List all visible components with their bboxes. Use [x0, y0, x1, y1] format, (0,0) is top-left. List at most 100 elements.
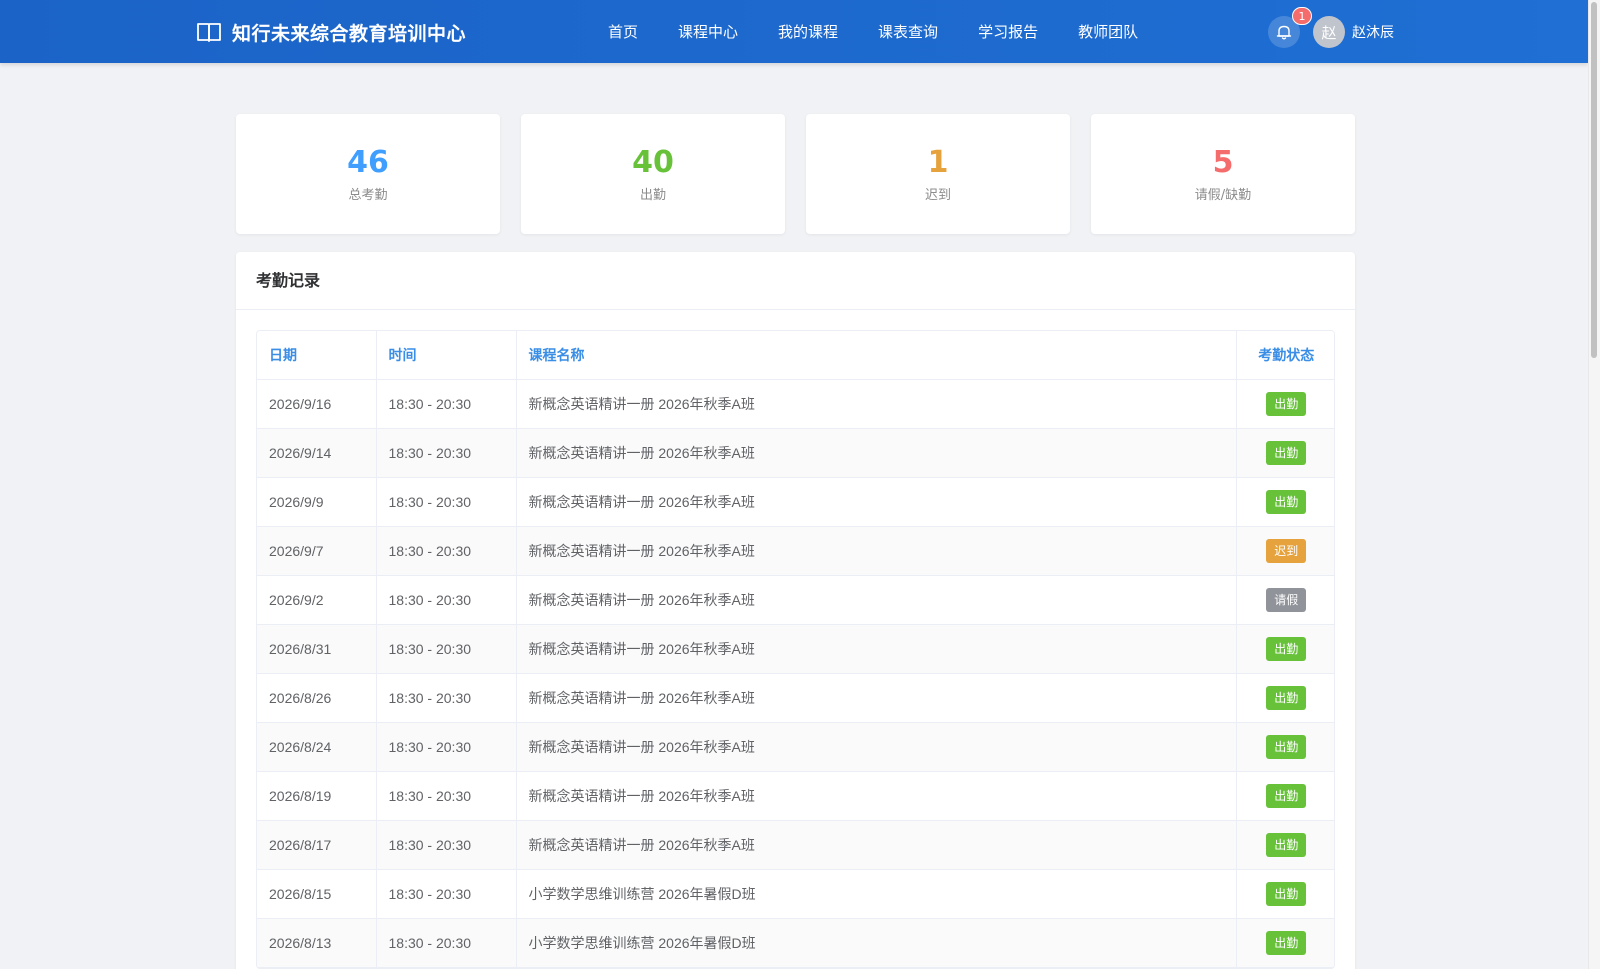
status-badge: 出勤	[1266, 489, 1307, 514]
cell-date: 2026/9/14	[257, 428, 377, 478]
cell-date: 2026/8/24	[257, 722, 377, 772]
stat-label-total: 总考勤	[348, 187, 388, 203]
stat-value-late: 1	[927, 144, 949, 180]
column-header-course[interactable]: 课程名称	[516, 331, 1237, 380]
attendance-table-wrapper: 日期 时间 课程名称 考勤状态 2026/9/16 18:30 - 20:30 新概…	[256, 330, 1335, 969]
cell-time: 18:30 - 20:30	[376, 526, 517, 576]
table-row[interactable]: 2026/8/13 18:30 - 20:30 小学数学思维训练营 2026年暑假D…	[257, 918, 1334, 968]
scrollbar-thumb[interactable]	[1591, 2, 1597, 358]
table-row[interactable]: 2026/8/17 18:30 - 20:30 新概念英语精讲一册 2026年秋季A…	[257, 820, 1334, 870]
cell-date: 2026/8/19	[257, 771, 377, 821]
cell-course: 小学数学思维训练营 2026年暑假D班	[516, 869, 1237, 919]
nav-course-center[interactable]: 课程中心	[678, 21, 738, 42]
table-row[interactable]: 2026/9/9 18:30 - 20:30 新概念英语精讲一册 2026年秋季A班…	[257, 477, 1334, 527]
nav-home[interactable]: 首页	[608, 21, 638, 42]
cell-status: 出勤	[1236, 624, 1334, 674]
top-navbar: 知行未来综合教育培训中心 首页 课程中心 我的课程 课表查询 学习报告 教师团队…	[0, 0, 1588, 63]
table-row[interactable]: 2026/8/19 18:30 - 20:30 新概念英语精讲一册 2026年秋季A…	[257, 771, 1334, 821]
status-badge: 出勤	[1266, 440, 1307, 465]
cell-course: 新概念英语精讲一册 2026年秋季A班	[516, 428, 1237, 478]
status-badge: 出勤	[1266, 391, 1307, 416]
cell-date: 2026/9/16	[257, 379, 377, 429]
stat-card-present: 40 出勤	[521, 114, 785, 234]
username[interactable]: 赵沐辰	[1352, 22, 1394, 42]
cell-course: 新概念英语精讲一册 2026年秋季A班	[516, 673, 1237, 723]
column-header-status[interactable]: 考勤状态	[1236, 331, 1334, 380]
stat-label-absent: 请假/缺勤	[1194, 187, 1252, 203]
table-header-row: 日期 时间 课程名称 考勤状态	[257, 331, 1334, 380]
cell-course: 新概念英语精讲一册 2026年秋季A班	[516, 575, 1237, 625]
status-badge: 出勤	[1266, 685, 1307, 710]
cell-status: 出勤	[1236, 722, 1334, 772]
column-header-date[interactable]: 日期	[257, 331, 377, 380]
status-badge: 出勤	[1266, 734, 1307, 759]
cell-course: 新概念英语精讲一册 2026年秋季A班	[516, 771, 1237, 821]
cell-status: 出勤	[1236, 869, 1334, 919]
table-row[interactable]: 2026/8/15 18:30 - 20:30 小学数学思维训练营 2026年暑假D…	[257, 869, 1334, 919]
cell-time: 18:30 - 20:30	[376, 477, 517, 527]
cell-status: 出勤	[1236, 771, 1334, 821]
cell-time: 18:30 - 20:30	[376, 624, 517, 674]
table-row[interactable]: 2026/8/26 18:30 - 20:30 新概念英语精讲一册 2026年秋季A…	[257, 673, 1334, 723]
status-badge: 出勤	[1266, 783, 1307, 808]
cell-status: 出勤	[1236, 673, 1334, 723]
table-row[interactable]: 2026/9/7 18:30 - 20:30 新概念英语精讲一册 2026年秋季A班…	[257, 526, 1334, 576]
main-nav: 首页 课程中心 我的课程 课表查询 学习报告 教师团队	[608, 0, 1178, 63]
table-row[interactable]: 2026/9/2 18:30 - 20:30 新概念英语精讲一册 2026年秋季A班…	[257, 575, 1334, 625]
stat-value-absent: 5	[1212, 144, 1234, 180]
attendance-table: 日期 时间 课程名称 考勤状态 2026/9/16 18:30 - 20:30 新概…	[257, 331, 1334, 968]
cell-status: 出勤	[1236, 820, 1334, 870]
status-badge: 迟到	[1266, 538, 1307, 563]
stat-value-present: 40	[632, 144, 674, 180]
cell-date: 2026/8/26	[257, 673, 377, 723]
cell-course: 新概念英语精讲一册 2026年秋季A班	[516, 722, 1237, 772]
cell-time: 18:30 - 20:30	[376, 771, 517, 821]
cell-course: 新概念英语精讲一册 2026年秋季A班	[516, 820, 1237, 870]
cell-status: 迟到	[1236, 526, 1334, 576]
cell-status: 出勤	[1236, 428, 1334, 478]
cell-status: 出勤	[1236, 477, 1334, 527]
status-badge: 出勤	[1266, 881, 1307, 906]
cell-time: 18:30 - 20:30	[376, 722, 517, 772]
cell-status: 出勤	[1236, 379, 1334, 429]
cell-date: 2026/8/13	[257, 918, 377, 968]
cell-time: 18:30 - 20:30	[376, 379, 517, 429]
table-row[interactable]: 2026/9/16 18:30 - 20:30 新概念英语精讲一册 2026年秋季A…	[257, 379, 1334, 429]
stat-label-late: 迟到	[924, 187, 951, 203]
nav-study-report[interactable]: 学习报告	[978, 21, 1038, 42]
nav-my-courses[interactable]: 我的课程	[778, 21, 838, 42]
cell-course: 新概念英语精讲一册 2026年秋季A班	[516, 477, 1237, 527]
stat-card-late: 1 迟到	[806, 114, 1070, 234]
cell-status: 出勤	[1236, 918, 1334, 968]
stat-value-total: 46	[347, 144, 389, 180]
table-row[interactable]: 2026/8/24 18:30 - 20:30 新概念英语精讲一册 2026年秋季A…	[257, 722, 1334, 772]
cell-time: 18:30 - 20:30	[376, 869, 517, 919]
avatar[interactable]: 赵	[1313, 16, 1345, 48]
cell-course: 新概念英语精讲一册 2026年秋季A班	[516, 526, 1237, 576]
notification-count-badge: 1	[1292, 7, 1312, 25]
table-row[interactable]: 2026/8/31 18:30 - 20:30 新概念英语精讲一册 2026年秋季A…	[257, 624, 1334, 674]
cell-course: 新概念英语精讲一册 2026年秋季A班	[516, 624, 1237, 674]
cell-course: 小学数学思维训练营 2026年暑假D班	[516, 918, 1237, 968]
attendance-table-body: 2026/9/16 18:30 - 20:30 新概念英语精讲一册 2026年秋季A…	[257, 379, 1334, 968]
cell-date: 2026/9/7	[257, 526, 377, 576]
nav-teachers[interactable]: 教师团队	[1078, 21, 1138, 42]
status-badge: 出勤	[1266, 832, 1307, 857]
status-badge: 出勤	[1266, 930, 1307, 955]
logo[interactable]: 知行未来综合教育培训中心	[196, 18, 466, 46]
cell-date: 2026/9/2	[257, 575, 377, 625]
site-title: 知行未来综合教育培训中心	[232, 22, 467, 45]
cell-time: 18:30 - 20:30	[376, 820, 517, 870]
nav-schedule[interactable]: 课表查询	[878, 21, 938, 42]
stat-label-present: 出勤	[639, 187, 666, 203]
cell-time: 18:30 - 20:30	[376, 918, 517, 968]
panel-title: 考勤记录	[236, 252, 1355, 310]
book-icon	[197, 23, 221, 42]
column-header-time[interactable]: 时间	[376, 331, 517, 380]
cell-time: 18:30 - 20:30	[376, 575, 517, 625]
cell-date: 2026/9/9	[257, 477, 377, 527]
status-badge: 请假	[1266, 587, 1307, 612]
cell-time: 18:30 - 20:30	[376, 673, 517, 723]
bell-icon	[1276, 25, 1292, 40]
table-row[interactable]: 2026/9/14 18:30 - 20:30 新概念英语精讲一册 2026年秋季A…	[257, 428, 1334, 478]
